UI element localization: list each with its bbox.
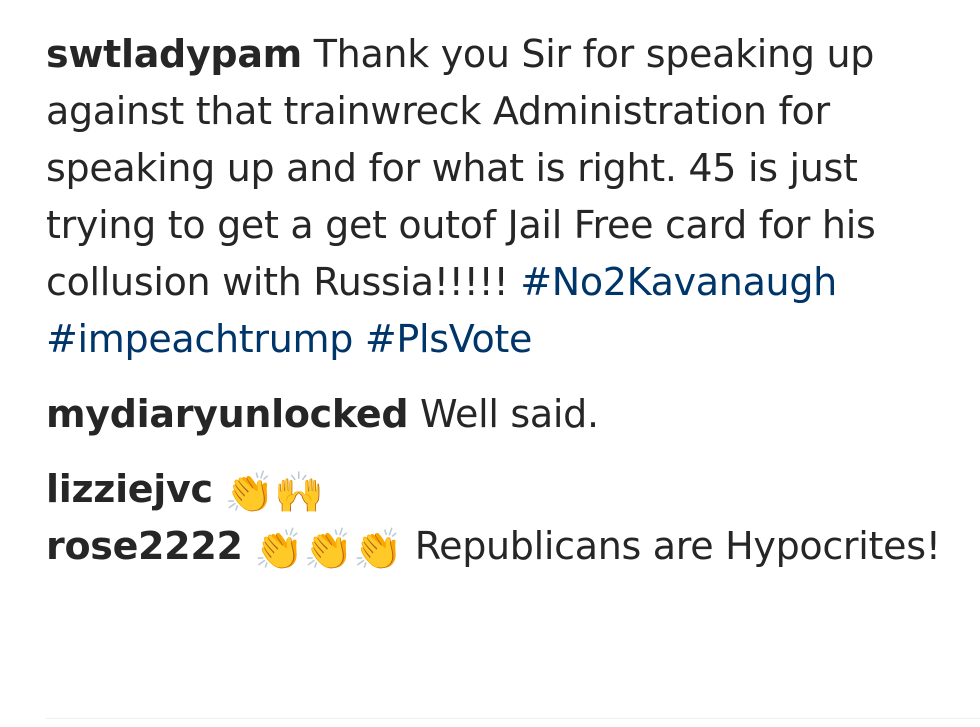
comment-username[interactable]: mydiaryunlocked [46,392,409,436]
hashtag-link[interactable]: #PlsVote [365,317,533,361]
clapping-hands-icon: 👏 [254,527,304,573]
comment-text: Republicans are Hypocrites! [414,524,941,568]
comment-item: lizziejvc 👏🙌 [46,461,946,518]
hashtag-link[interactable]: #No2Kavanaugh [520,260,837,304]
clapping-hands-icon: 👏 [353,527,403,573]
comment-username[interactable]: rose2222 [46,524,243,568]
comment-username[interactable]: swtladypam [46,32,302,76]
comment-username[interactable]: lizziejvc [46,467,213,511]
comment-text: Well said. [420,392,599,436]
clapping-hands-icon: 👏 [224,470,275,516]
raising-hands-icon: 🙌 [274,470,324,516]
comments-list: swtladypam Thank you Sir for speaking up… [46,26,946,575]
comment-item: mydiaryunlocked Well said. [46,386,946,443]
hashtag-link[interactable]: #impeachtrump [46,317,353,361]
divider [46,718,980,719]
comment-item: swtladypam Thank you Sir for speaking up… [46,26,926,368]
clapping-hands-icon: 👏 [303,527,354,573]
comment-item: rose2222 👏👏👏 Republicans are Hypocrites! [46,518,946,575]
